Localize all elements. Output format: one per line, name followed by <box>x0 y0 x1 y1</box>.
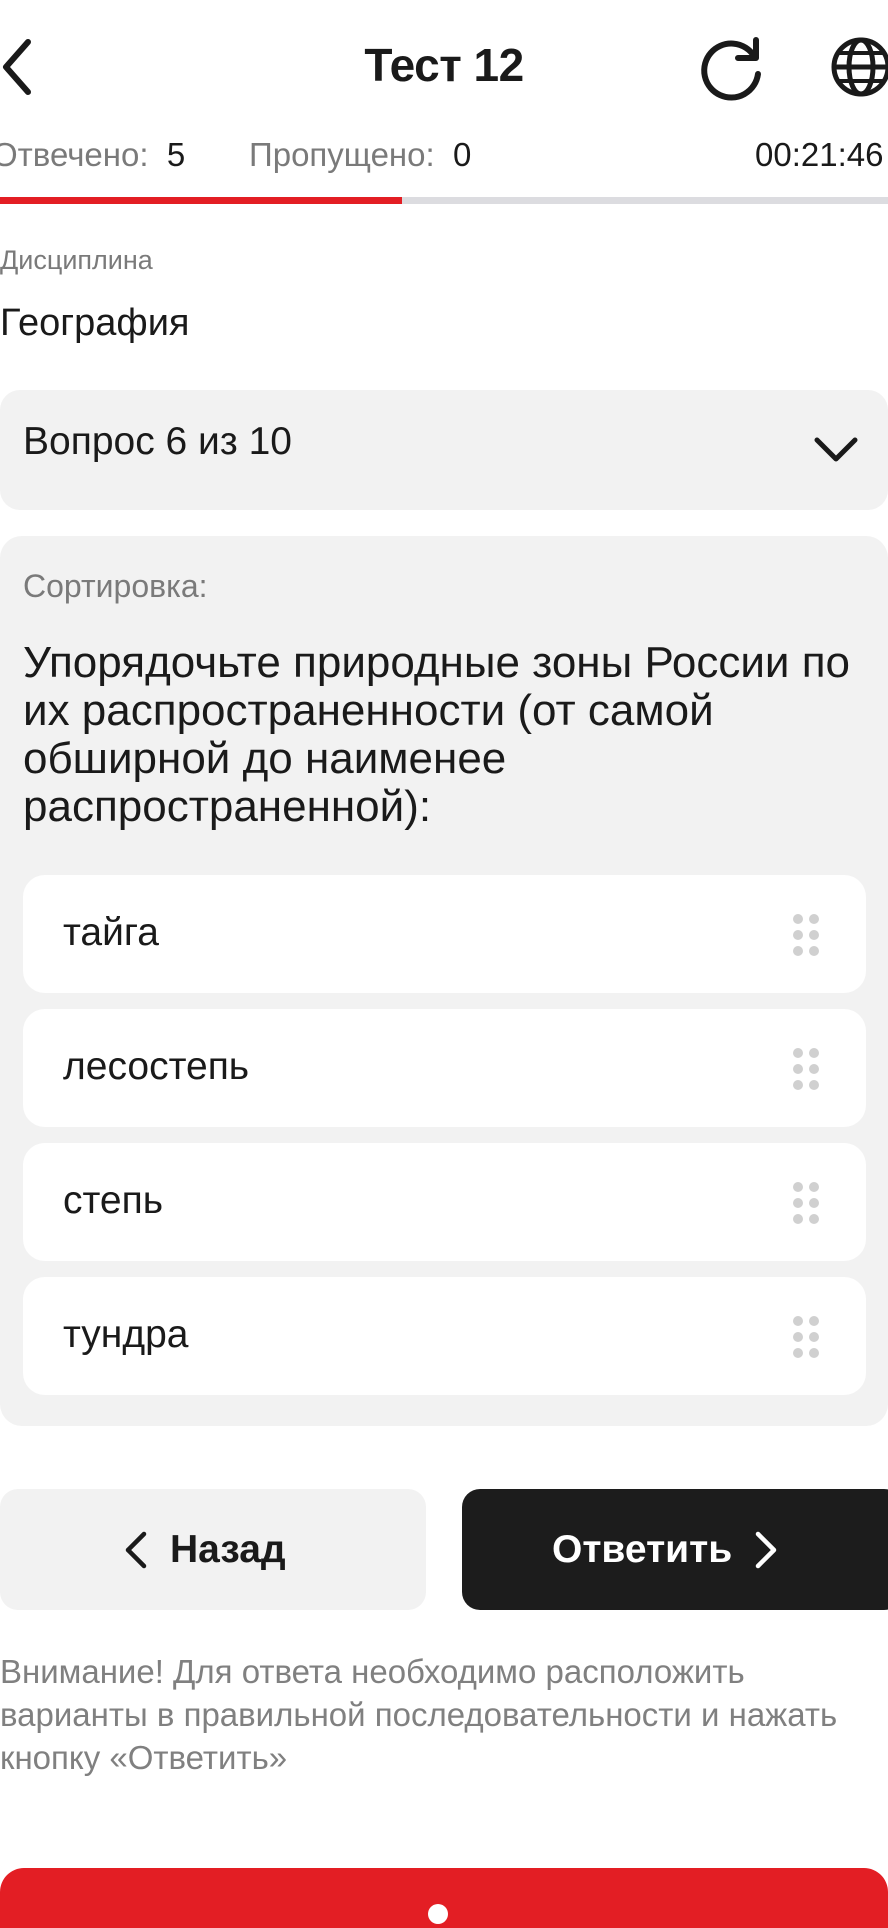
chevron-down-icon <box>814 437 858 462</box>
timer: 00:21:46 <box>755 136 884 173</box>
back-nav-button[interactable]: Назад <box>0 1489 426 1610</box>
drag-handle-icon[interactable] <box>791 1315 821 1359</box>
discipline-label: Дисциплина <box>0 245 153 275</box>
answer-button-label: Ответить <box>552 1527 733 1571</box>
chevron-right-icon <box>755 1531 777 1568</box>
skipped-value: 0 <box>453 136 472 173</box>
notice-text: Внимание! Для ответа необходимо располож… <box>0 1653 838 1776</box>
bottom-action-bar[interactable] <box>0 1868 888 1928</box>
sort-option[interactable]: тундра <box>23 1277 866 1395</box>
discipline-value: География <box>0 302 190 344</box>
answer-button[interactable]: Ответить <box>462 1489 888 1610</box>
drag-handle-icon[interactable] <box>791 1181 821 1225</box>
sort-option[interactable]: степь <box>23 1143 866 1261</box>
progress-bar <box>0 197 888 204</box>
skipped-label: Пропущено: <box>249 136 435 173</box>
skipped-count: Пропущено: 0 <box>249 136 471 176</box>
progress-fill <box>0 197 402 204</box>
drag-handle-icon[interactable] <box>791 1047 821 1091</box>
back-nav-label: Назад <box>170 1527 286 1571</box>
language-button[interactable] <box>828 34 888 100</box>
answered-label: Отвечено: <box>0 136 149 173</box>
sort-option-label: тайга <box>63 911 159 954</box>
sort-option[interactable]: лесостепь <box>23 1009 866 1127</box>
globe-icon <box>831 37 888 97</box>
answered-count: Отвечено: 5 <box>0 136 185 176</box>
drag-handle-icon[interactable] <box>791 913 821 957</box>
bottom-bar-icon <box>428 1904 448 1924</box>
chevron-left-icon <box>125 1531 147 1568</box>
question-selector[interactable]: Вопрос 6 из 10 <box>0 390 888 510</box>
question-card: Сортировка: Упорядочьте природные зоны Р… <box>0 536 888 1426</box>
question-selector-label: Вопрос 6 из 10 <box>23 420 292 463</box>
answered-value: 5 <box>166 136 186 173</box>
sort-option[interactable]: тайга <box>23 875 866 993</box>
sort-option-label: лесостепь <box>63 1045 250 1088</box>
question-text: Упорядочьте природные зоны России по их … <box>23 638 851 831</box>
refresh-button[interactable] <box>696 36 768 102</box>
refresh-icon <box>701 37 761 101</box>
sort-option-label: степь <box>63 1179 164 1222</box>
question-type: Сортировка: <box>23 568 208 604</box>
sort-option-label: тундра <box>63 1313 189 1356</box>
